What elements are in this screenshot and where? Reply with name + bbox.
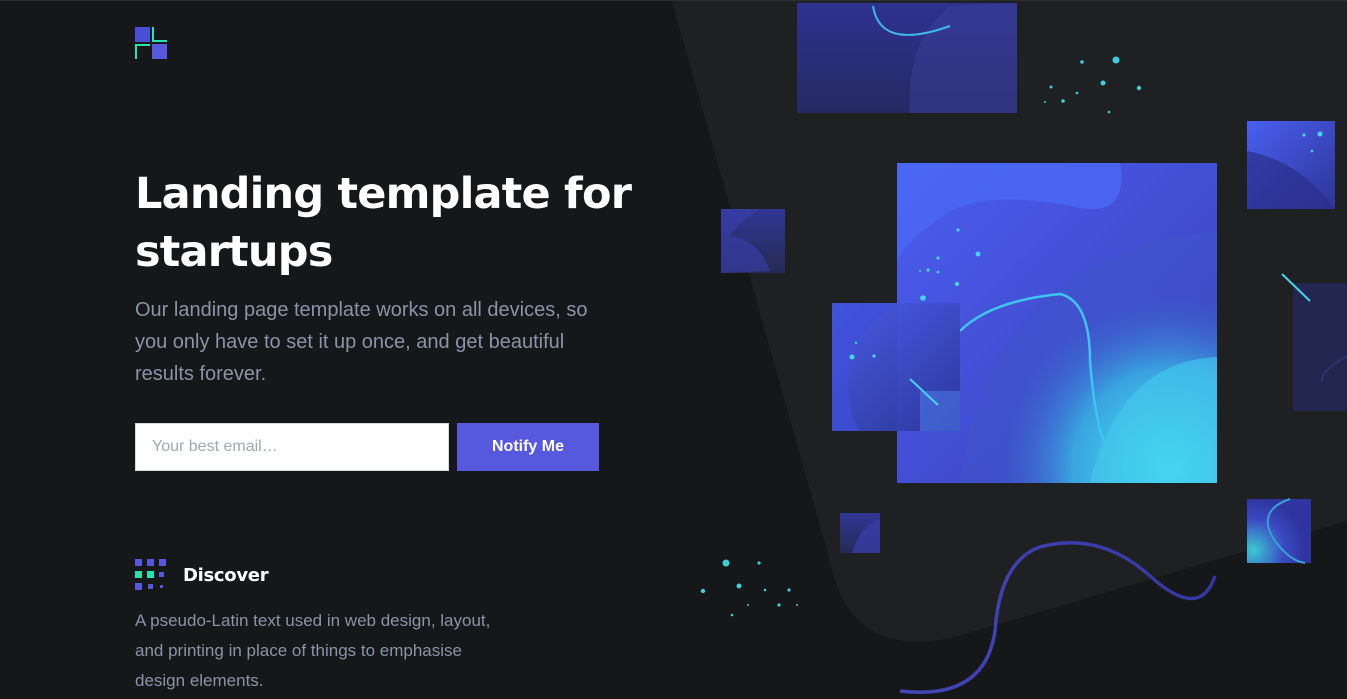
feature-text: A pseudo-Latin text used in web design, … [135,611,491,690]
email-input[interactable] [135,423,449,471]
landing-page: Landing template for startups Our landin… [0,0,1347,699]
hero-paragraph: Our landing page template works on all d… [135,299,588,385]
hero-title: Landing template for startups [135,169,632,277]
notify-me-button[interactable]: Notify Me [457,423,599,471]
feature-title: Discover [183,565,269,586]
grid-dots-icon [135,559,166,590]
brand-logo-icon[interactable] [135,27,167,59]
